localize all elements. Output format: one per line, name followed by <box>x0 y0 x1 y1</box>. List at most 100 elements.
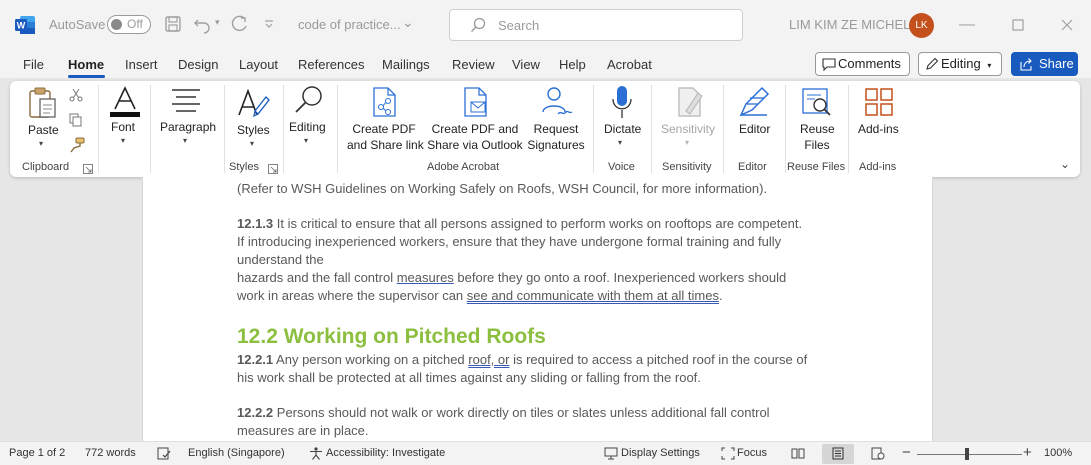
styles-chevron-down-icon[interactable]: ▾ <box>250 139 254 148</box>
tab-home[interactable]: Home <box>68 57 104 72</box>
accessibility-icon[interactable] <box>309 447 323 460</box>
customize-toolbar-icon[interactable] <box>259 14 279 34</box>
minimize-icon[interactable]: — <box>955 14 979 36</box>
tab-references[interactable]: References <box>298 57 364 72</box>
editor-label[interactable]: Editor <box>739 121 770 137</box>
maximize-icon[interactable] <box>1006 14 1030 36</box>
paste-icon[interactable] <box>28 87 58 119</box>
editing-chevron-down-icon[interactable]: ▾ <box>304 136 308 145</box>
undo-icon[interactable] <box>192 14 212 34</box>
paragraph-12-1-3-line5: work in areas where the supervisor can s… <box>237 287 723 305</box>
request-signatures-icon[interactable] <box>538 86 574 118</box>
tab-mailings[interactable]: Mailings <box>382 57 430 72</box>
microphone-icon[interactable] <box>611 85 633 119</box>
search-box[interactable]: Search <box>449 9 743 41</box>
accessibility-status[interactable]: Accessibility: Investigate <box>326 447 445 459</box>
focus-mode[interactable]: Focus <box>737 447 767 459</box>
read-mode-icon[interactable] <box>791 447 805 460</box>
zoom-out-icon[interactable]: − <box>902 444 911 461</box>
paragraph-12-1-3-line4: hazards and the fall control measures be… <box>237 269 786 287</box>
grammar-flag[interactable]: see and communicate with them at all tim… <box>467 288 719 303</box>
tab-help[interactable]: Help <box>559 57 586 72</box>
ribbon-collapse-chevron-down-icon[interactable]: ⌄ <box>1060 157 1070 171</box>
zoom-slider-thumb[interactable] <box>965 448 969 460</box>
add-ins-label[interactable]: Add-ins <box>858 121 899 137</box>
paragraph-12-1-3-line2: If introducing inexperienced workers, en… <box>237 234 782 249</box>
font-label[interactable]: Font <box>111 119 135 135</box>
font-chevron-down-icon[interactable]: ▾ <box>121 136 125 145</box>
clipboard-launcher-icon[interactable] <box>83 164 93 174</box>
font-icon[interactable] <box>109 85 141 117</box>
styles-label[interactable]: Styles <box>237 122 270 138</box>
redo-icon[interactable] <box>230 14 250 34</box>
tab-layout[interactable]: Layout <box>239 57 278 72</box>
word-count[interactable]: 772 words <box>85 447 136 459</box>
undo-dropdown-icon[interactable]: ▾ <box>215 17 220 28</box>
zoom-level[interactable]: 100% <box>1044 447 1072 459</box>
share-icon <box>1020 58 1032 71</box>
document-page[interactable]: (Refer to WSH Guidelines on Working Safe… <box>142 177 933 441</box>
page-count[interactable]: Page 1 of 2 <box>9 447 65 459</box>
zoom-slider-track[interactable] <box>917 454 1022 455</box>
document-title[interactable]: code of practice... <box>298 17 401 32</box>
paste-chevron-down-icon[interactable]: ▾ <box>39 139 43 148</box>
proofing-icon[interactable] <box>157 447 171 460</box>
grammar-flag[interactable]: roof, or <box>468 352 509 367</box>
display-settings[interactable]: Display Settings <box>621 447 700 459</box>
language[interactable]: English (Singapore) <box>188 447 285 459</box>
format-painter-icon[interactable] <box>69 137 85 153</box>
clause-number: 12.2.2 <box>237 405 274 420</box>
pencil-icon <box>926 57 939 70</box>
create-pdf-label[interactable]: Create PDF and Share link <box>347 121 424 153</box>
styles-launcher-icon[interactable] <box>268 164 278 174</box>
word-logo-icon: W <box>15 16 35 34</box>
voice-group-label: Voice <box>608 161 635 173</box>
tab-review[interactable]: Review <box>452 57 495 72</box>
copy-icon[interactable] <box>69 113 83 127</box>
text-run: work in areas where the supervisor can <box>237 288 467 303</box>
zoom-in-icon[interactable]: + <box>1023 444 1032 461</box>
tab-acrobat[interactable]: Acrobat <box>607 57 652 72</box>
close-icon[interactable] <box>1055 14 1079 36</box>
user-name[interactable]: LIM KIM ZE MICHELL <box>789 17 918 32</box>
create-pdf-icon[interactable] <box>371 87 399 119</box>
status-bar: Page 1 of 2 772 words English (Singapore… <box>0 441 1091 465</box>
cut-icon[interactable] <box>69 88 83 102</box>
tab-view[interactable]: View <box>512 57 540 72</box>
reuse-files-icon[interactable] <box>801 87 833 117</box>
dictate-label[interactable]: Dictate <box>604 121 641 137</box>
share-button[interactable]: Share <box>1011 52 1078 76</box>
request-signatures-label[interactable]: Request Signatures <box>525 121 587 153</box>
toggle-knob <box>111 19 122 30</box>
clause-number: 12.1.3 <box>237 216 274 231</box>
paragraph-label[interactable]: Paragraph <box>160 119 216 135</box>
paste-label[interactable]: Paste <box>28 122 59 138</box>
paragraph-chevron-down-icon[interactable]: ▾ <box>183 136 187 145</box>
tab-design[interactable]: Design <box>178 57 218 72</box>
paragraph-icon[interactable] <box>170 87 202 115</box>
create-pdf-outlook-icon[interactable] <box>462 87 492 119</box>
find-icon[interactable] <box>293 85 325 115</box>
title-chevron-down-icon[interactable]: ⌄ <box>402 14 414 31</box>
focus-icon[interactable] <box>721 447 735 460</box>
editing-label[interactable]: Editing <box>289 119 326 135</box>
web-layout-icon[interactable] <box>871 447 885 460</box>
create-pdf-outlook-label[interactable]: Create PDF and Share via Outlook <box>426 121 524 153</box>
save-icon[interactable] <box>163 14 183 34</box>
grammar-flag[interactable]: measures <box>397 270 454 285</box>
editor-icon[interactable] <box>738 86 770 118</box>
dictate-chevron-down-icon[interactable]: ▾ <box>618 138 622 147</box>
tab-file[interactable]: File <box>23 57 44 72</box>
comments-button[interactable]: Comments <box>815 52 910 76</box>
add-ins-icon[interactable] <box>864 87 894 117</box>
print-layout-icon[interactable] <box>831 447 845 460</box>
display-settings-icon[interactable] <box>604 447 618 460</box>
styles-icon[interactable] <box>236 87 270 119</box>
autosave-toggle[interactable]: Off <box>107 15 151 34</box>
paragraph-12-2-2-line1: 12.2.2 Persons should not walk or work d… <box>237 404 770 422</box>
avatar[interactable]: LK <box>909 13 934 38</box>
editing-mode-button[interactable]: Editing ▾ <box>918 52 1002 76</box>
tab-insert[interactable]: Insert <box>125 57 158 72</box>
reuse-files-label[interactable]: Reuse Files <box>800 121 835 153</box>
paragraph-12-2-2-line2: measures are in place. <box>237 423 369 438</box>
